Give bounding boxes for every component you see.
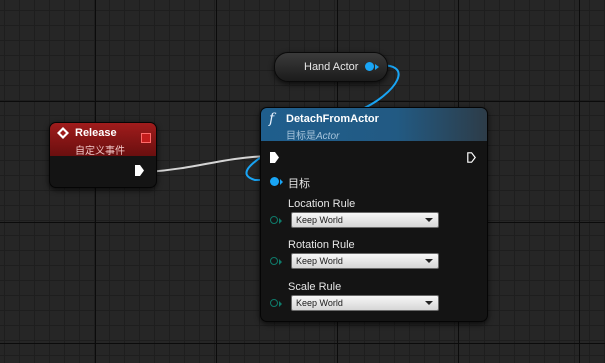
dropdown-caret-icon — [425, 259, 433, 263]
scale-rule-label: Scale Rule — [288, 281, 342, 293]
rotation-rule-row: Rotation Rule Keep World — [261, 239, 487, 275]
location-rule-value: Keep World — [296, 215, 343, 225]
subtitle-class: Actor — [316, 131, 340, 142]
delegate-square-icon[interactable] — [141, 133, 151, 143]
location-rule-label: Location Rule — [288, 198, 356, 210]
pin-arrow-icon — [375, 64, 379, 70]
exec-out-icon[interactable] — [135, 165, 144, 176]
rotation-rule-label: Rotation Rule — [288, 239, 355, 251]
scale-rule-row: Scale Rule Keep World — [261, 281, 487, 317]
rotation-rule-value: Keep World — [296, 256, 343, 266]
pin-arrow-icon — [280, 179, 283, 185]
function-f-icon: f — [269, 111, 275, 127]
detach-node-title: DetachFromActor — [286, 113, 379, 125]
event-diamond-icon — [57, 127, 69, 139]
pin-arrow-icon — [279, 259, 282, 265]
pin-arrow-icon — [279, 218, 282, 224]
target-input-pin-icon[interactable] — [270, 177, 279, 186]
exec-out-icon[interactable] — [467, 152, 476, 163]
enum-pin-icon[interactable] — [270, 216, 278, 224]
enum-pin-icon[interactable] — [270, 299, 278, 307]
location-rule-row: Location Rule Keep World — [261, 198, 487, 234]
subtitle-prefix: 目标是 — [286, 131, 316, 142]
detach-node-subtitle: 目标是Actor — [286, 127, 339, 142]
release-node-title: Release — [75, 127, 117, 139]
hand-actor-node[interactable]: Hand Actor — [274, 52, 388, 82]
release-node-header[interactable]: Release 自定义事件 — [50, 123, 156, 157]
exec-wire — [147, 155, 269, 173]
rotation-rule-dropdown[interactable]: Keep World — [291, 253, 439, 269]
detach-from-actor-node[interactable]: f DetachFromActor 目标是Actor 目标 Location R… — [260, 107, 488, 322]
hand-actor-output-pin-icon[interactable] — [365, 62, 374, 71]
scale-rule-dropdown[interactable]: Keep World — [291, 295, 439, 311]
release-event-node[interactable]: Release 自定义事件 — [49, 122, 157, 188]
detach-node-header[interactable]: f DetachFromActor 目标是Actor — [261, 108, 487, 142]
enum-pin-icon[interactable] — [270, 257, 278, 265]
target-label: 目标 — [288, 178, 310, 190]
pin-arrow-icon — [279, 301, 282, 307]
exec-in-icon[interactable] — [270, 152, 279, 163]
dropdown-caret-icon — [425, 301, 433, 305]
scale-rule-value: Keep World — [296, 298, 343, 308]
location-rule-dropdown[interactable]: Keep World — [291, 212, 439, 228]
release-node-subtitle: 自定义事件 — [75, 146, 125, 157]
hand-actor-label: Hand Actor — [304, 61, 359, 73]
dropdown-caret-icon — [425, 218, 433, 222]
